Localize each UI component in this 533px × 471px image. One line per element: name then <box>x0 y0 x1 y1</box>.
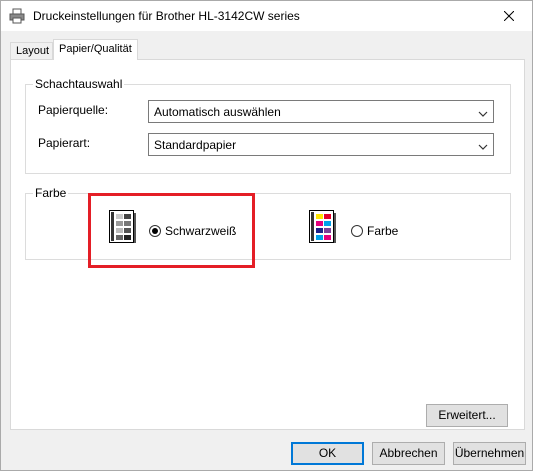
farbe-option-label: Farbe <box>367 224 399 238</box>
tab-layout[interactable]: Layout <box>10 42 53 59</box>
ok-button[interactable]: OK <box>291 442 364 465</box>
chevron-down-icon <box>478 140 488 150</box>
schachtauswahl-group: Schachtauswahl Papierquelle: Automatisch… <box>25 77 511 174</box>
schachtauswahl-label: Schachtauswahl <box>33 77 125 91</box>
apply-button[interactable]: Übernehmen <box>453 442 526 465</box>
papierquelle-label: Papierquelle: <box>38 103 109 117</box>
papierquelle-value: Automatisch auswählen <box>154 105 281 119</box>
print-settings-dialog: Druckeinstellungen für Brother HL-3142CW… <box>0 0 533 471</box>
title-bar: Druckeinstellungen für Brother HL-3142CW… <box>1 1 532 31</box>
close-button[interactable] <box>486 1 532 31</box>
papierart-select[interactable]: Standardpapier <box>148 133 494 156</box>
window-title: Druckeinstellungen für Brother HL-3142CW… <box>33 9 300 23</box>
farbe-label: Farbe <box>33 186 69 200</box>
printer-icon <box>9 8 25 24</box>
papierquelle-select[interactable]: Automatisch auswählen <box>148 100 494 123</box>
papierart-value: Standardpapier <box>154 138 237 152</box>
tab-papier-qualitaet[interactable]: Papier/Qualität <box>53 39 138 60</box>
color-page-icon <box>309 210 337 247</box>
farbe-radio[interactable] <box>351 225 363 237</box>
farbe-option[interactable]: Farbe <box>351 224 398 238</box>
close-icon <box>504 11 514 21</box>
papierart-label: Papierart: <box>38 136 91 150</box>
highlight-box <box>88 193 255 268</box>
chevron-down-icon <box>478 107 488 117</box>
cancel-button[interactable]: Abbrechen <box>372 442 445 465</box>
advanced-button[interactable]: Erweitert... <box>426 404 508 427</box>
